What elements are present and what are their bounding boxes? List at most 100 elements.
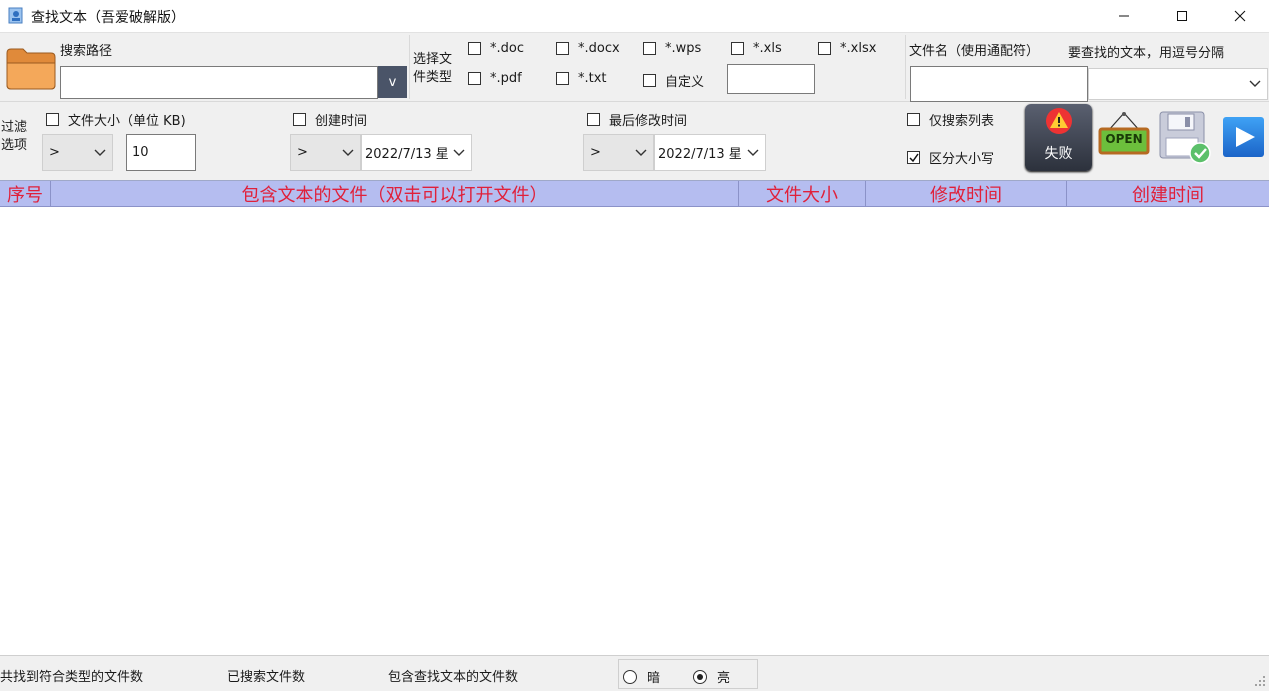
filetype-wps-checkbox[interactable] [643, 42, 656, 55]
filetype-custom-option[interactable]: 自定义 [643, 71, 704, 90]
size-value-input[interactable]: 10 [126, 134, 196, 171]
filetype-pdf-option[interactable]: *.pdf [468, 71, 522, 86]
maximize-button[interactable] [1153, 0, 1211, 32]
folder-icon[interactable] [5, 45, 57, 91]
file-type-label: 选择文 件类型 [413, 51, 452, 87]
save-disk-icon [1159, 111, 1211, 164]
chevron-down-icon [342, 149, 354, 156]
modified-operator-select[interactable]: > [583, 134, 654, 171]
filter-label-line1: 过滤 [1, 120, 28, 135]
filetype-custom-checkbox[interactable] [643, 74, 656, 87]
filetype-xls-checkbox[interactable] [731, 42, 744, 55]
column-separator [409, 35, 410, 99]
save-button[interactable] [1158, 110, 1212, 165]
size-value: 10 [132, 145, 149, 160]
minimize-icon [1119, 15, 1129, 17]
filetype-pdf-checkbox[interactable] [468, 72, 481, 85]
filter-label-line2: 选项 [1, 138, 28, 153]
theme-dark-option[interactable]: 暗 [623, 667, 660, 686]
filetype-xls-label: *.xls [753, 41, 782, 56]
filter-created-label: 创建时间 [315, 114, 368, 129]
maximize-icon [1177, 11, 1187, 21]
filter-modified-option[interactable]: 最后修改时间 [587, 110, 687, 129]
filetype-wps-option[interactable]: *.wps [643, 41, 701, 56]
filter-size-option[interactable]: 文件大小（单位 KB) [46, 110, 186, 129]
theme-dark-label: 暗 [647, 671, 661, 686]
filetype-docx-checkbox[interactable] [556, 42, 569, 55]
dropdown-label: v [388, 74, 397, 90]
custom-filetype-input[interactable] [727, 64, 815, 94]
filetype-xlsx-label: *.xlsx [840, 41, 877, 56]
chevron-down-icon [453, 149, 465, 156]
list-only-label: 仅搜索列表 [929, 114, 995, 129]
table-header: 序号 包含文本的文件（双击可以打开文件） 文件大小 修改时间 创建时间 [0, 181, 1269, 207]
theme-group: 暗 亮 [618, 659, 758, 689]
theme-light-radio[interactable] [693, 669, 707, 684]
filetype-docx-label: *.docx [578, 41, 620, 56]
search-status-label: 失败 [1044, 146, 1073, 162]
size-operator-select[interactable]: > [42, 134, 113, 171]
app-icon [8, 7, 24, 24]
filetype-xls-option[interactable]: *.xls [731, 41, 782, 56]
created-date-value: 2022/7/13 星 [365, 147, 449, 162]
chevron-down-icon [1249, 80, 1261, 87]
filetype-custom-label: 自定义 [665, 75, 705, 90]
resize-grip-icon[interactable] [1254, 675, 1266, 687]
filetype-doc-checkbox[interactable] [468, 42, 481, 55]
created-date-picker[interactable]: 2022/7/13 星 [361, 134, 472, 171]
search-path-dropdown-button[interactable]: v [378, 66, 407, 98]
theme-dark-radio[interactable] [623, 669, 637, 684]
filetype-txt-option[interactable]: *.txt [556, 71, 607, 86]
open-button[interactable]: OPEN [1098, 111, 1150, 159]
filetype-xlsx-option[interactable]: *.xlsx [818, 41, 876, 56]
results-table[interactable]: 序号 包含文本的文件（双击可以打开文件） 文件大小 修改时间 创建时间 [0, 180, 1269, 655]
search-path-input[interactable] [60, 66, 378, 99]
filetype-txt-label: *.txt [578, 71, 607, 86]
play-icon [1236, 127, 1255, 147]
search-text-combo[interactable] [1088, 68, 1268, 100]
column-header-index[interactable]: 序号 [0, 181, 51, 206]
column-header-modified[interactable]: 修改时间 [866, 181, 1067, 206]
title-bar[interactable]: 查找文本（吾爱破解版） [0, 0, 1269, 33]
list-only-checkbox[interactable] [907, 113, 920, 126]
filetype-pdf-label: *.pdf [490, 71, 522, 86]
column-header-file[interactable]: 包含文本的文件（双击可以打开文件） [51, 181, 739, 206]
filter-modified-checkbox[interactable] [587, 113, 600, 126]
modified-date-value: 2022/7/13 星 [658, 147, 742, 162]
column-header-size[interactable]: 文件大小 [739, 181, 866, 206]
filetype-doc-label: *.doc [490, 41, 524, 56]
modified-date-picker[interactable]: 2022/7/13 星 [654, 134, 766, 171]
filetype-txt-checkbox[interactable] [556, 72, 569, 85]
filter-created-option[interactable]: 创建时间 [293, 110, 367, 129]
warning-icon [1046, 108, 1072, 134]
matched-types-count: 共找到符合类型的文件数 [0, 670, 144, 685]
toolbar: 搜索路径 v 选择文 件类型 *.doc *.docx *.wps *.xls … [0, 33, 1269, 178]
containing-count: 包含查找文本的文件数 [388, 670, 519, 685]
filename-input[interactable] [910, 66, 1088, 102]
filter-created-checkbox[interactable] [293, 113, 306, 126]
close-button[interactable] [1211, 0, 1269, 32]
column-separator [905, 35, 906, 99]
chevron-down-icon [94, 149, 106, 156]
filetype-wps-label: *.wps [665, 41, 702, 56]
filter-label: 过滤 选项 [1, 119, 27, 155]
case-sensitive-checkbox[interactable] [907, 151, 920, 164]
theme-light-option[interactable]: 亮 [693, 667, 730, 686]
file-type-label-line1: 选择文 [413, 52, 453, 67]
window-title: 查找文本（吾爱破解版） [31, 10, 185, 26]
list-only-option[interactable]: 仅搜索列表 [907, 110, 994, 129]
filetype-docx-option[interactable]: *.docx [556, 41, 620, 56]
searched-count: 已搜索文件数 [227, 670, 306, 685]
search-path-label: 搜索路径 [60, 44, 113, 59]
case-sensitive-option[interactable]: 区分大小写 [907, 148, 994, 167]
created-operator-select[interactable]: > [290, 134, 361, 171]
search-button[interactable]: 失败 [1025, 104, 1092, 171]
filetype-doc-option[interactable]: *.doc [468, 41, 524, 56]
run-button[interactable] [1223, 117, 1264, 157]
modified-operator-value: > [590, 145, 601, 160]
filter-modified-label: 最后修改时间 [609, 114, 688, 129]
column-header-created[interactable]: 创建时间 [1067, 181, 1269, 206]
minimize-button[interactable] [1095, 0, 1153, 32]
filetype-xlsx-checkbox[interactable] [818, 42, 831, 55]
filter-size-checkbox[interactable] [46, 113, 59, 126]
